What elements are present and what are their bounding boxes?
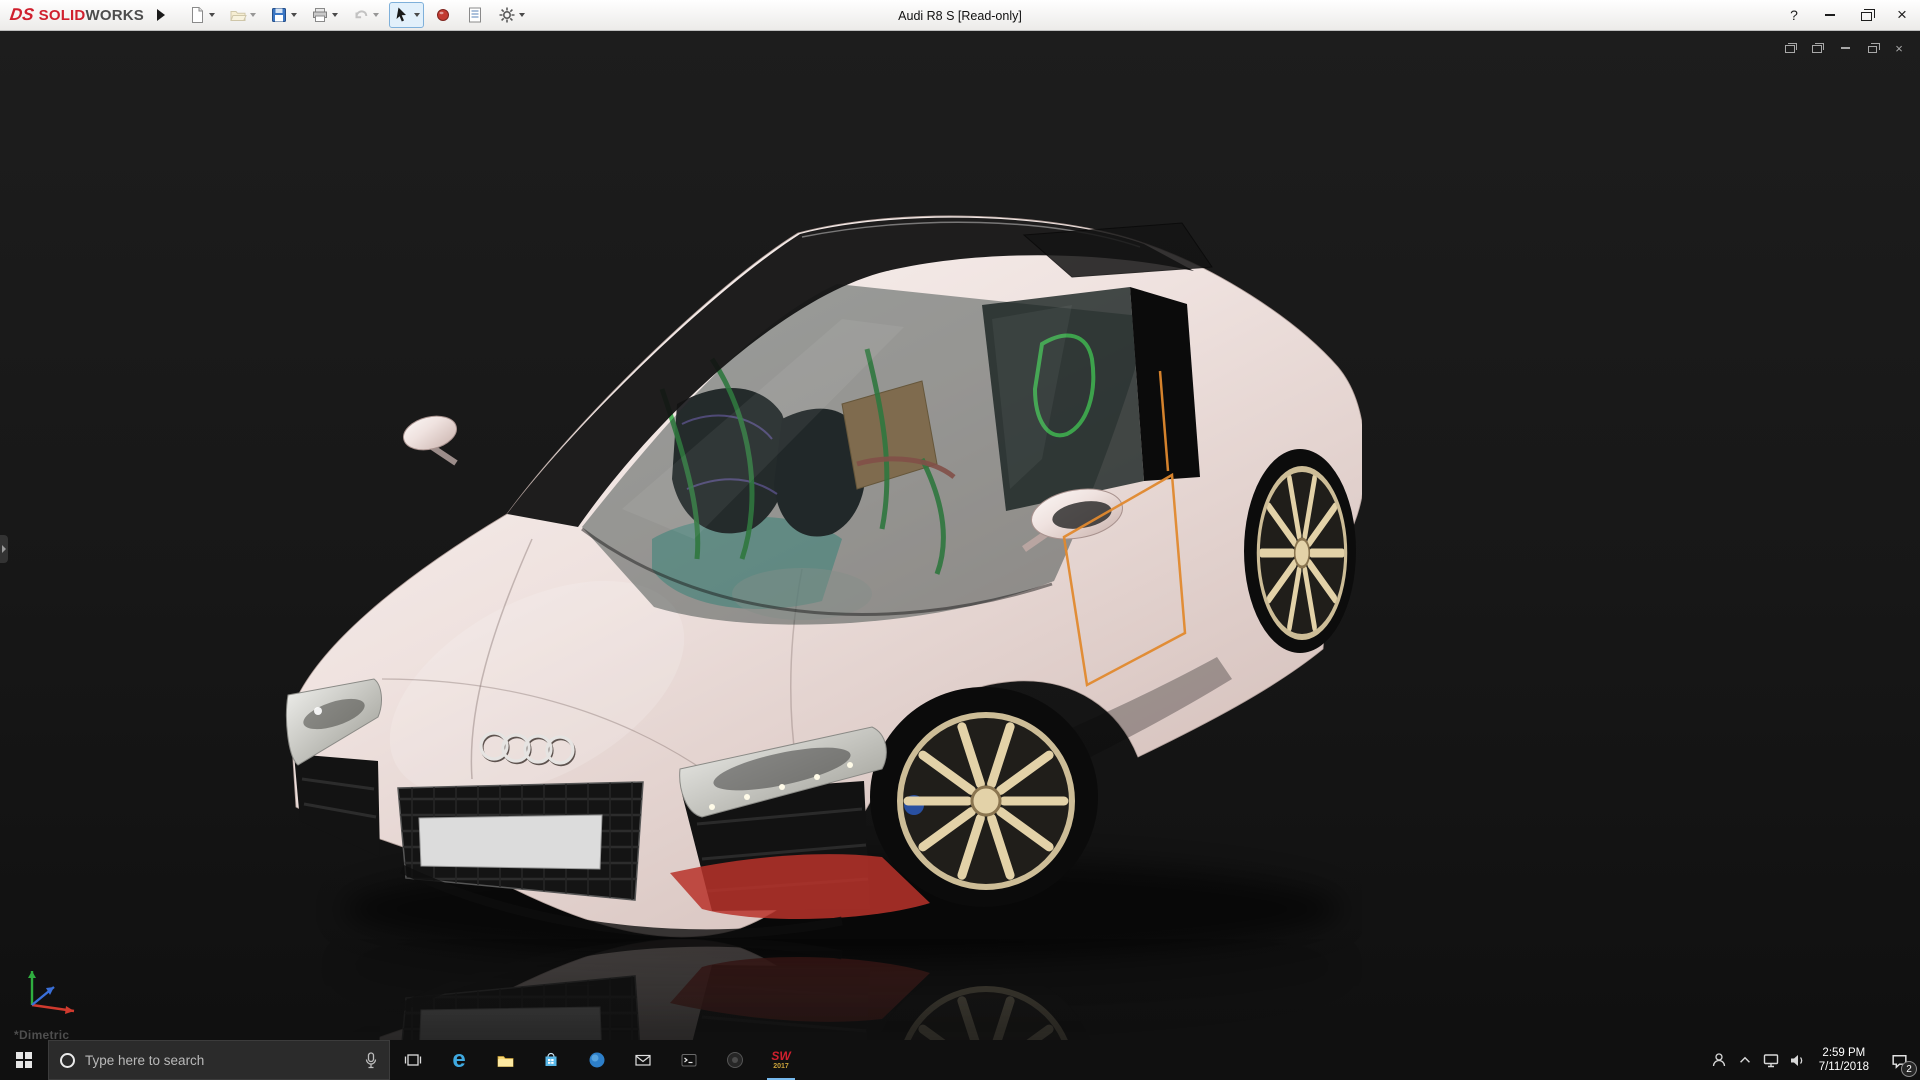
rebuild-button[interactable]: [430, 2, 456, 28]
store-button[interactable]: [528, 1040, 574, 1080]
terminal-button[interactable]: [666, 1040, 712, 1080]
save-dropdown-caret[interactable]: [291, 13, 297, 17]
restore-icon: [1861, 12, 1872, 21]
doc-minimize-button[interactable]: [1836, 40, 1854, 56]
task-view-icon: [404, 1051, 422, 1069]
undo-button[interactable]: [348, 2, 383, 28]
doc-restore-icon: [1868, 46, 1877, 53]
terminal-icon: [680, 1051, 698, 1069]
store-icon: [542, 1051, 560, 1069]
people-tray-button[interactable]: [1706, 1040, 1732, 1080]
taskbar-search[interactable]: [48, 1040, 390, 1080]
window-controls: ? ×: [1776, 0, 1920, 31]
browser-globe-icon: [588, 1051, 606, 1069]
app-button[interactable]: [712, 1040, 758, 1080]
select-dropdown-caret[interactable]: [414, 13, 420, 17]
left-mirror: [400, 411, 460, 463]
volume-tray-button[interactable]: [1784, 1040, 1810, 1080]
minimize-icon: [1825, 14, 1835, 16]
feature-manager-collapse-tab[interactable]: [0, 535, 8, 563]
network-icon: [1762, 1051, 1780, 1069]
window-pane-icon-b[interactable]: [1809, 40, 1827, 56]
save-button[interactable]: [266, 2, 301, 28]
rebuild-icon: [434, 6, 452, 24]
help-button[interactable]: ?: [1776, 0, 1812, 31]
quick-access-toolbar: [184, 2, 529, 28]
minimize-button[interactable]: [1812, 0, 1848, 31]
file-explorer-icon: [496, 1051, 515, 1069]
options-gear-icon: [498, 6, 516, 24]
solidworks-logo: DS SOLIDWORKS: [0, 5, 152, 25]
undo-icon: [352, 6, 370, 24]
task-view-button[interactable]: [390, 1040, 436, 1080]
app-icon: [726, 1051, 744, 1069]
windows-logo-icon: [16, 1052, 32, 1068]
collapse-arrow-icon: [2, 545, 6, 553]
search-input[interactable]: [85, 1053, 354, 1068]
car-body-group: [286, 216, 1362, 961]
logo-solid-text: SOLID: [39, 7, 86, 24]
cortana-icon: [60, 1053, 75, 1068]
microphone-icon[interactable]: [364, 1052, 378, 1069]
close-button[interactable]: ×: [1884, 0, 1920, 31]
mail-icon: [634, 1051, 652, 1069]
notification-badge: 2: [1901, 1061, 1917, 1077]
system-tray: 2:59 PM 7/11/2018 2: [1706, 1040, 1920, 1080]
menu-expand-button[interactable]: [152, 3, 170, 27]
open-folder-icon: [229, 6, 247, 24]
clock-date: 7/11/2018: [1819, 1060, 1869, 1074]
select-tool-button[interactable]: [389, 2, 424, 28]
rear-wheel: [1244, 449, 1356, 653]
doc-minimize-icon: [1841, 47, 1850, 49]
window-pane-icon-a[interactable]: [1782, 40, 1800, 56]
orientation-triad: [18, 949, 88, 1019]
doc-close-button[interactable]: ×: [1890, 40, 1908, 56]
options-dropdown-caret[interactable]: [519, 13, 525, 17]
print-dropdown-caret[interactable]: [332, 13, 338, 17]
print-button[interactable]: [307, 2, 342, 28]
save-icon: [270, 6, 288, 24]
edge-browser-button[interactable]: e: [436, 1040, 482, 1080]
tray-overflow-button[interactable]: [1732, 1040, 1758, 1080]
app-titlebar: DS SOLIDWORKS: [0, 0, 1920, 31]
solidworks-taskbar-button[interactable]: SW 2017: [758, 1040, 804, 1080]
front-wheel: [870, 687, 1098, 907]
undo-dropdown-caret[interactable]: [373, 13, 379, 17]
action-center-button[interactable]: 2: [1878, 1040, 1920, 1080]
solidworks-logo-icon: DS: [9, 5, 35, 25]
document-window-controls: ×: [1782, 40, 1908, 56]
people-icon: [1710, 1051, 1728, 1069]
taskbar-clock[interactable]: 2:59 PM 7/11/2018: [1810, 1046, 1878, 1074]
clock-time: 2:59 PM: [1819, 1046, 1869, 1060]
graphics-viewport[interactable]: ×: [0, 31, 1920, 1040]
start-button[interactable]: [0, 1040, 48, 1080]
solidworks-icon: SW 2017: [771, 1050, 790, 1070]
file-properties-icon: [466, 6, 484, 24]
speaker-icon: [1788, 1051, 1806, 1069]
browser-app-button[interactable]: [574, 1040, 620, 1080]
file-properties-button[interactable]: [462, 2, 488, 28]
doc-restore-button[interactable]: [1863, 40, 1881, 56]
restore-button[interactable]: [1848, 0, 1884, 31]
chevron-up-icon: [1737, 1052, 1753, 1068]
3d-model-audi-r8[interactable]: [282, 209, 1362, 1040]
new-dropdown-caret[interactable]: [209, 13, 215, 17]
mail-button[interactable]: [620, 1040, 666, 1080]
expand-arrow-icon: [157, 9, 165, 21]
logo-works-text: WORKS: [85, 7, 144, 24]
open-button[interactable]: [225, 2, 260, 28]
open-dropdown-caret[interactable]: [250, 13, 256, 17]
select-arrow-icon: [393, 6, 411, 24]
windows-taskbar: e SW 2017 2:59 PM: [0, 1040, 1920, 1080]
print-icon: [311, 6, 329, 24]
license-plate: [419, 815, 602, 869]
options-button[interactable]: [494, 2, 529, 28]
edge-icon: e: [452, 1048, 465, 1072]
file-explorer-button[interactable]: [482, 1040, 528, 1080]
network-tray-button[interactable]: [1758, 1040, 1784, 1080]
new-document-button[interactable]: [184, 2, 219, 28]
new-document-icon: [188, 6, 206, 24]
view-orientation-label: *Dimetric: [14, 1028, 69, 1040]
